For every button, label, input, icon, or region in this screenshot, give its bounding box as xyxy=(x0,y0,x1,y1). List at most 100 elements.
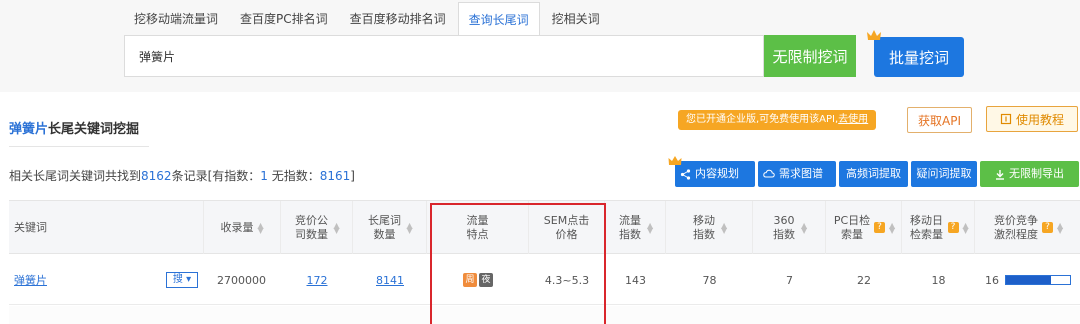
high-freq-extract-button[interactable]: 高频词提取 xyxy=(839,161,908,187)
summary-prefix: 相关长尾词关键词共找到 xyxy=(9,169,142,183)
vip-crown-icon xyxy=(668,156,682,165)
tab-longtail-query[interactable]: 查询长尾词 xyxy=(457,2,540,37)
competition-value: 16 xyxy=(985,273,999,287)
tab-baidu-pc-rank[interactable]: 查百度PC排名词 xyxy=(230,2,338,36)
column-header-traffic-feature: 流量特点 xyxy=(427,201,529,254)
bid-companies-link[interactable]: 172 xyxy=(281,255,353,305)
table-row-partial xyxy=(9,306,1080,324)
summary-without-index: 8161 xyxy=(319,169,351,183)
sort-icon: ▲ ▼ xyxy=(406,220,413,235)
column-label: 流量指数 xyxy=(619,213,641,241)
search-dropdown[interactable]: 搜 ▾ xyxy=(166,272,198,288)
search-tag-label: 搜 xyxy=(172,274,183,285)
mobile-index-value: 78 xyxy=(702,273,717,287)
help-icon[interactable]: ? xyxy=(1042,222,1053,233)
weekend-badge: 周 xyxy=(463,273,477,287)
column-header-sem-price: SEM点击价格 xyxy=(529,201,605,254)
column-header-mobile-daily[interactable]: 移动日检索量? ▲ ▼ xyxy=(902,201,975,254)
content-plan-button[interactable]: 内容规划 xyxy=(675,161,755,187)
column-label: 长尾词数量 xyxy=(368,213,401,241)
competition-cell: 16 xyxy=(975,255,1080,305)
unlimited-dig-button[interactable]: 无限制挖词 xyxy=(764,35,856,77)
question-extract-label: 疑问词提取 xyxy=(916,167,972,180)
search-panel: 挖移动端流量词 查百度PC排名词 查百度移动排名词 查询长尾词 挖相关词 无限制… xyxy=(0,0,1080,92)
demand-graph-button[interactable]: 需求图谱 xyxy=(758,161,836,187)
demand-graph-label: 需求图谱 xyxy=(779,167,823,180)
high-freq-extract-label: 高频词提取 xyxy=(846,167,901,180)
column-label: 收录量 xyxy=(220,220,254,234)
api-notice: 您已开通企业版,可免费使用该API,去使用 xyxy=(678,110,877,130)
get-api-button[interactable]: 获取API xyxy=(907,107,972,133)
section-divider xyxy=(9,146,149,147)
competition-bar-fill xyxy=(1006,276,1051,284)
vip-crown-icon xyxy=(867,30,881,40)
tutorial-button[interactable]: 使用教程 xyxy=(986,106,1078,132)
sort-icon: ▲ ▼ xyxy=(647,220,654,235)
sort-icon: ▲ ▼ xyxy=(721,220,728,235)
summary-suffix: ] xyxy=(350,169,355,183)
traffic-feature: 周夜 xyxy=(427,255,529,305)
help-icon[interactable]: ? xyxy=(947,222,959,233)
sort-icon: ▲ ▼ xyxy=(257,220,264,235)
content-plan-label: 内容规划 xyxy=(695,167,739,180)
longtail-count-link[interactable]: 8141 xyxy=(353,255,427,305)
summary-mid2: 无指数： xyxy=(267,169,320,183)
traffic-index-value: 143 xyxy=(625,273,646,287)
column-header-longtail[interactable]: 长尾词数量 ▲ ▼ xyxy=(353,201,427,254)
pc-daily-value: 22 xyxy=(857,273,871,287)
column-label: 移动日检索量 xyxy=(910,213,943,241)
column-header-pc-daily[interactable]: PC日检索量? ▲ ▼ xyxy=(826,201,902,254)
tutorial-label: 使用教程 xyxy=(1015,112,1064,127)
sem-price-value: 4.3~5.3 xyxy=(544,273,590,287)
download-icon xyxy=(996,169,1004,180)
help-icon[interactable]: ? xyxy=(874,222,885,233)
indexed-value: 2700000 xyxy=(217,273,266,287)
tab-related-words[interactable]: 挖相关词 xyxy=(542,2,610,36)
summary-total: 8162 xyxy=(141,169,172,183)
keyword-link[interactable]: 弹簧片 xyxy=(14,255,47,305)
section-title: 弹簧片长尾关键词挖掘 xyxy=(9,118,139,137)
table-row: 弹簧片 搜 ▾ 2700000 172 8141 周夜 4.3~5.3 143 … xyxy=(9,255,1080,305)
unlimited-export-button[interactable]: 无限制导出 xyxy=(980,161,1079,187)
column-header-mobile-index[interactable]: 移动指数 ▲ ▼ xyxy=(666,201,753,254)
column-label: PC日检索量 xyxy=(833,213,871,241)
search-box xyxy=(124,35,764,77)
summary-with-index: 1 xyxy=(260,169,268,183)
section-keyword: 弹簧片 xyxy=(9,122,49,137)
sort-icon: ▲ ▼ xyxy=(801,220,808,235)
sort-icon: ▲ ▼ xyxy=(889,220,896,235)
night-badge: 夜 xyxy=(479,273,493,287)
column-header-competition[interactable]: 竞价竞争激烈程度? ▲ ▼ xyxy=(975,201,1080,254)
book-icon xyxy=(1000,113,1012,125)
tab-baidu-mobile-rank[interactable]: 查百度移动排名词 xyxy=(340,2,456,36)
share-icon xyxy=(680,168,691,180)
column-label: 关键词 xyxy=(14,220,47,234)
batch-dig-button[interactable]: 批量挖词 xyxy=(874,37,964,77)
sort-icon: ▲ ▼ xyxy=(1057,220,1064,235)
column-label: 竞价公司数量 xyxy=(295,213,328,241)
competition-bar xyxy=(1005,275,1071,285)
column-label: 流量特点 xyxy=(466,213,489,241)
table-header: 关键词 收录量 ▲ ▼ 竞价公司数量 ▲ ▼ 长尾词数量 ▲ ▼ 流量特点 SEM点击价格 … xyxy=(9,201,1080,254)
column-header-bid-companies[interactable]: 竞价公司数量 ▲ ▼ xyxy=(281,201,353,254)
column-header-traffic-index[interactable]: 流量指数 ▲ ▼ xyxy=(605,201,666,254)
column-header-indexed[interactable]: 收录量 ▲ ▼ xyxy=(204,201,281,254)
column-label: 360指数 xyxy=(773,213,795,241)
column-label: SEM点击价格 xyxy=(543,213,590,241)
sort-icon: ▲ ▼ xyxy=(962,220,969,235)
mobile-daily-value: 18 xyxy=(931,273,946,287)
search-input[interactable] xyxy=(125,36,763,76)
cloud-icon xyxy=(763,169,775,178)
column-header-360-index[interactable]: 360指数 ▲ ▼ xyxy=(753,201,826,254)
keyword-table: 关键词 收录量 ▲ ▼ 竞价公司数量 ▲ ▼ 长尾词数量 ▲ ▼ 流量特点 SEM点击价格 … xyxy=(9,200,1080,324)
question-extract-button[interactable]: 疑问词提取 xyxy=(911,161,977,187)
tab-mobile-traffic[interactable]: 挖移动端流量词 xyxy=(124,2,228,36)
index-360-value: 7 xyxy=(786,273,793,287)
result-toolbar: 内容规划 需求图谱 高频词提取 疑问词提取 无限制导出 xyxy=(675,161,1079,187)
column-label: 移动指数 xyxy=(693,213,715,241)
section-title-suffix: 长尾关键词挖掘 xyxy=(48,122,140,137)
api-notice-text: 您已开通企业版,可免费使用该API, xyxy=(686,114,839,125)
search-tabs: 挖移动端流量词 查百度PC排名词 查百度移动排名词 查询长尾词 挖相关词 xyxy=(124,2,612,37)
api-notice-link[interactable]: 去使用 xyxy=(838,114,868,125)
column-header-keyword: 关键词 xyxy=(9,201,204,254)
